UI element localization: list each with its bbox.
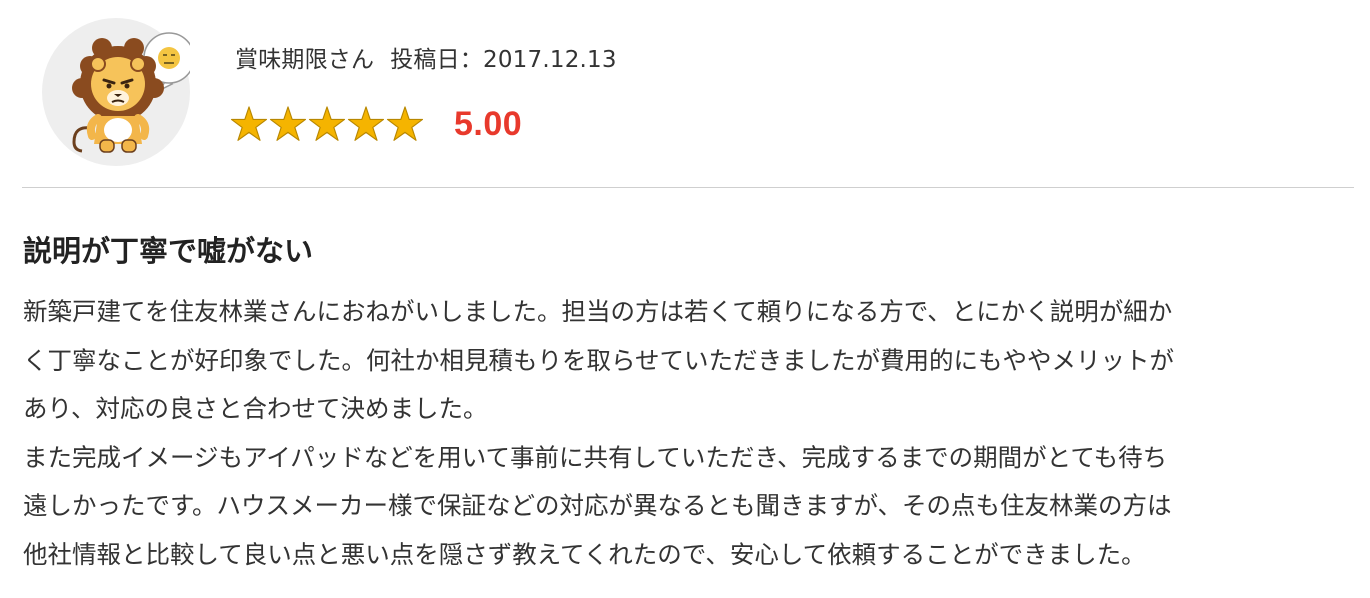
divider [22, 187, 1354, 188]
review-line: く丁寧なことが好印象でした。何社か相見積もりを取らせていただきましたが費用的にも… [23, 345, 1175, 375]
star-filled-icon [230, 106, 268, 141]
review-line: また完成イメージもアイパッドなどを用いて事前に共有していただき、完成するまでの期… [23, 442, 1168, 472]
lion-mascot-icon [72, 32, 190, 153]
star-filled-icon [308, 106, 346, 141]
review-line: 他社情報と比較して良い点と悪い点を隠さず教えてくれたので、安心して依頼することが… [23, 539, 1146, 569]
star-filled-icon [269, 106, 307, 141]
review-title: 説明が丁寧で嘘がない [23, 234, 314, 268]
star-filled-icon [347, 106, 385, 141]
review-meta: 賞味期限さん 投稿日：2017.12.13 [235, 40, 617, 74]
review-line: あり、対応の良さと合わせて決めました。 [23, 394, 488, 423]
rating: 5.00 [230, 100, 522, 148]
avatar [42, 18, 190, 166]
review-line: 遠しかったです。ハウスメーカー様で保証などの対応が異なるとも聞きますが、その点も… [23, 491, 1172, 520]
star-filled-icon [386, 106, 424, 141]
star-rating [230, 105, 424, 143]
review-card: 賞味期限さん 投稿日：2017.12.13 5.00 説明が丁寧で嘘がない 新築戸… [0, 0, 1370, 598]
reviewer-name: 賞味期限さん [235, 47, 375, 73]
review-line: 新築戸建てを住友林業さんにおねがいしました。担当の方は若くて頼りになる方で、とに… [23, 297, 1173, 326]
review-body: 新築戸建てを住友林業さんにおねがいしました。担当の方は若くて頼りになる方で、とに… [23, 288, 1343, 579]
post-date: 2017.12.13 [483, 47, 617, 73]
post-date-label: 投稿日： [390, 47, 484, 73]
rating-score: 5.00 [454, 104, 523, 143]
